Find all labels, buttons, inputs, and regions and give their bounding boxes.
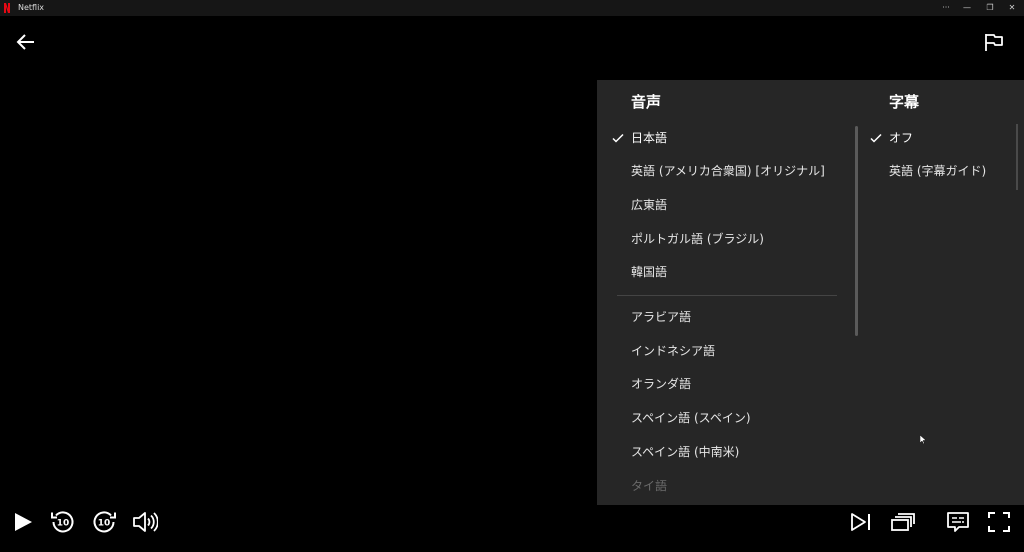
forward-seconds-label: 10 bbox=[98, 519, 111, 529]
audio-option-japanese[interactable]: 日本語 bbox=[631, 128, 667, 148]
episodes-button[interactable] bbox=[890, 510, 916, 534]
subtitle-option-off[interactable]: オフ bbox=[889, 128, 913, 148]
report-problem-button[interactable] bbox=[982, 30, 1006, 54]
rewind-10-icon: 10 bbox=[51, 511, 74, 533]
forward-10-button[interactable]: 10 bbox=[91, 509, 117, 535]
mouse-cursor-icon bbox=[920, 435, 927, 444]
fullscreen-icon bbox=[988, 512, 1010, 532]
restore-button[interactable]: ❐ bbox=[978, 0, 1002, 16]
window-title: Netflix bbox=[18, 3, 45, 12]
subtitles-list-scrollbar[interactable] bbox=[1016, 124, 1018, 190]
close-button[interactable]: ✕ bbox=[1000, 0, 1024, 16]
check-icon bbox=[870, 133, 882, 143]
netflix-logo-icon bbox=[4, 3, 10, 13]
audio-option-portuguese-brazil[interactable]: ポルトガル語 (ブラジル) bbox=[631, 229, 764, 249]
flag-icon bbox=[985, 34, 1003, 51]
audio-option-thai[interactable]: タイ語 bbox=[631, 476, 667, 496]
rewind-10-button[interactable]: 10 bbox=[50, 509, 76, 535]
audio-list-divider bbox=[617, 295, 837, 296]
volume-button[interactable] bbox=[132, 510, 158, 534]
audio-list-scrollbar[interactable] bbox=[855, 126, 858, 336]
audio-option-dutch[interactable]: オランダ語 bbox=[631, 374, 691, 394]
check-icon bbox=[612, 133, 624, 143]
rewind-seconds-label: 10 bbox=[57, 519, 70, 529]
minimize-button[interactable]: — bbox=[955, 0, 979, 16]
play-icon bbox=[15, 513, 32, 531]
arrow-left-icon bbox=[16, 34, 34, 50]
audio-option-english-original[interactable]: 英語 (アメリカ合衆国) [オリジナル] bbox=[631, 161, 825, 181]
audio-option-spanish-latam[interactable]: スペイン語 (中南米) bbox=[631, 442, 739, 462]
back-button[interactable] bbox=[14, 30, 38, 54]
audio-option-arabic[interactable]: アラビア語 bbox=[631, 307, 691, 327]
next-episode-icon bbox=[851, 513, 870, 531]
subtitles-section-title: 字幕 bbox=[889, 93, 920, 111]
subtitle-option-english-cc[interactable]: 英語 (字幕ガイド) bbox=[889, 161, 986, 181]
audio-option-indonesian[interactable]: インドネシア語 bbox=[631, 341, 715, 361]
audio-option-spanish-spain[interactable]: スペイン語 (スペイン) bbox=[631, 408, 751, 428]
audio-option-cantonese[interactable]: 広東語 bbox=[631, 195, 667, 215]
next-episode-button[interactable] bbox=[849, 510, 873, 534]
forward-10-icon: 10 bbox=[93, 511, 116, 533]
audio-subtitles-icon bbox=[947, 512, 969, 532]
volume-icon bbox=[133, 512, 158, 532]
audio-subtitles-button[interactable] bbox=[946, 510, 970, 534]
audio-section-title: 音声 bbox=[631, 93, 662, 111]
audio-option-korean[interactable]: 韓国語 bbox=[631, 262, 667, 282]
fullscreen-button[interactable] bbox=[987, 510, 1011, 534]
play-button[interactable] bbox=[11, 510, 35, 534]
window-titlebar: Netflix ··· — ❐ ✕ bbox=[0, 0, 1024, 16]
episodes-icon bbox=[891, 513, 915, 531]
